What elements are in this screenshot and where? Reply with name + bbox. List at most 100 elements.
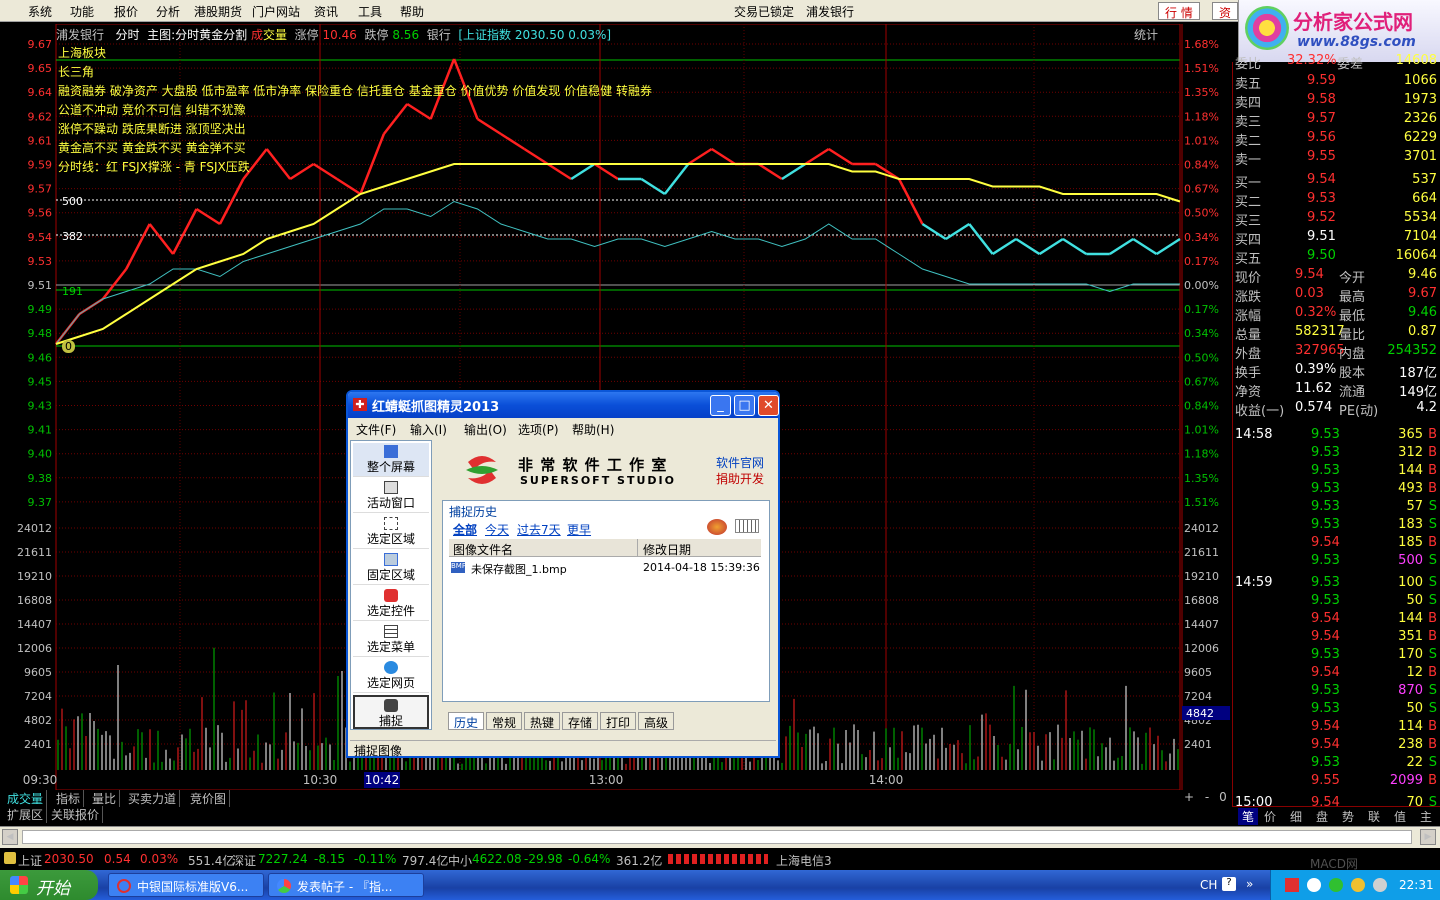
bid-row[interactable]: 买二 9.53 664 (1233, 190, 1440, 210)
filter-today[interactable]: 今天 (485, 521, 509, 538)
tool-select-menu[interactable]: 选定菜单 (353, 623, 429, 657)
indicator-tab-2[interactable]: 量比 (89, 790, 121, 807)
zoom-button-2[interactable]: 0 (1216, 790, 1230, 804)
indicator-tab-0[interactable]: 成交量 (4, 790, 48, 807)
menu-hk-futures[interactable]: 港股期货 (194, 3, 242, 20)
volume-axis-label-right: 14407 (1184, 618, 1219, 631)
ask-row[interactable]: 卖五 9.59 1066 (1233, 72, 1440, 92)
dragonfly-app-icon: ✚ (353, 398, 367, 411)
dialog-menu-input[interactable]: 输入(I) (410, 421, 447, 438)
ask-row[interactable]: 卖二 9.56 6229 (1233, 129, 1440, 149)
volume-axis-label-right: 24012 (1184, 522, 1219, 535)
minimize-icon[interactable]: _ (710, 395, 731, 416)
menu-function[interactable]: 功能 (70, 3, 94, 20)
clock[interactable]: 22:31 (1399, 878, 1434, 892)
tool-select-control[interactable]: 选定控件 (353, 587, 429, 621)
quote-tab-button[interactable]: 行 情 (1158, 2, 1200, 20)
indicator-tab-1[interactable]: 指标 (53, 790, 85, 807)
zoom-button-0[interactable]: + (1182, 790, 1196, 804)
menu-system[interactable]: 系统 (28, 3, 52, 20)
dialog-menu-output[interactable]: 输出(O) (464, 421, 507, 438)
settings-tab-1[interactable]: 常规 (486, 712, 522, 730)
sh-index-label[interactable]: 上证 (18, 852, 42, 869)
close-icon[interactable]: ✕ (758, 395, 779, 416)
tray-arrow-icon[interactable]: » (1246, 877, 1260, 891)
dialog-menu-help[interactable]: 帮助(H) (572, 421, 614, 438)
tool-select-region[interactable]: 选定区域 (353, 515, 429, 549)
ask-volume: 3701 (1403, 149, 1437, 164)
bid-row[interactable]: 买三 9.52 5534 (1233, 209, 1440, 229)
sz-index-label[interactable]: 深证 (232, 852, 256, 869)
region-icon (384, 517, 398, 530)
settings-tab-3[interactable]: 存储 (562, 712, 598, 730)
stat-button[interactable]: 统计 (1134, 26, 1158, 43)
menu-tools[interactable]: 工具 (358, 3, 382, 20)
capture-button[interactable]: 捕捉 (353, 695, 429, 729)
file-list-row[interactable]: BMP 未保存截图_1.bmp 2014-04-18 15:39:36 (449, 559, 761, 577)
horizontal-scrollbar[interactable]: ◀ ▶ (0, 826, 1440, 848)
screen-capture-dialog[interactable]: ✚ 红蜻蜓抓图精灵2013 _ □ ✕ 文件(F) 输入(I) 输出(O) 选项… (346, 390, 780, 758)
ask-row[interactable]: 卖一 9.55 3701 (1233, 148, 1440, 168)
extension-tab-1[interactable]: 关联报价 (48, 806, 104, 823)
column-filename[interactable]: 图像文件名 (453, 541, 513, 558)
price-line-segment (710, 147, 736, 166)
menu-news[interactable]: 资讯 (314, 3, 338, 20)
tray-app-icon[interactable] (1285, 878, 1299, 892)
stat-row: 收益(一) 0.574 PE(动) 4.2 (1233, 399, 1440, 419)
settings-tab-4[interactable]: 打印 (600, 712, 636, 730)
task-trading-app[interactable]: 中银国际标准版V6... (108, 873, 264, 897)
dialog-menu-file[interactable]: 文件(F) (356, 421, 396, 438)
dialog-menu-options[interactable]: 选项(P) (518, 421, 559, 438)
settings-tab-5[interactable]: 高级 (638, 712, 674, 730)
menu-help[interactable]: 帮助 (400, 3, 424, 20)
tool-select-webpage[interactable]: 选定网页 (353, 659, 429, 693)
pct-axis-label: 0.50% (1184, 351, 1219, 364)
official-site-link[interactable]: 软件官网 (716, 454, 764, 471)
tool-full-screen[interactable]: 整个屏幕 (353, 443, 429, 477)
tray-shield-icon[interactable] (1329, 878, 1343, 892)
scroll-left-icon[interactable]: ◀ (2, 829, 18, 845)
price-line-segment (897, 178, 924, 225)
scroll-track[interactable] (22, 830, 1412, 844)
filter-all[interactable]: 全部 (453, 521, 477, 538)
sme-index-label[interactable]: 中小 (448, 852, 472, 869)
scroll-right-icon[interactable]: ▶ (1420, 829, 1436, 845)
view-options-icon[interactable] (707, 519, 727, 535)
filter-earlier[interactable]: 更早 (567, 521, 591, 538)
trade-tab-button[interactable]: 资 (1212, 2, 1239, 20)
ask-row[interactable]: 卖四 9.58 1973 (1233, 91, 1440, 111)
column-modified-date[interactable]: 修改日期 (643, 541, 691, 558)
bid-row[interactable]: 买一 9.54 537 (1233, 171, 1440, 191)
overlay-rule-2: 涨停不躁动 跌底果断进 涨顶坚决出 (58, 122, 246, 136)
tool-active-window[interactable]: 活动窗口 (353, 479, 429, 513)
indicator-tab-4[interactable]: 竞价图 (187, 790, 231, 807)
filter-7days[interactable]: 过去7天 (517, 521, 561, 538)
tray-volume-icon[interactable] (1373, 878, 1387, 892)
ask-row[interactable]: 卖三 9.57 2326 (1233, 110, 1440, 130)
indicator-tab-3[interactable]: 买卖力道 (125, 790, 181, 807)
tray-security-icon[interactable] (1351, 878, 1365, 892)
bid-row[interactable]: 买五 9.50 16064 (1233, 247, 1440, 267)
start-button[interactable]: 开始 (0, 870, 98, 900)
donate-link[interactable]: 捐助开发 (716, 470, 764, 487)
main-indicator[interactable]: 主图:分时黄金分割 (147, 28, 247, 42)
menu-quote[interactable]: 报价 (114, 3, 138, 20)
zoom-button-1[interactable]: - (1200, 790, 1214, 804)
language-indicator[interactable]: CH (1200, 878, 1217, 892)
list-view-icon[interactable] (735, 519, 759, 533)
bid-row[interactable]: 买四 9.51 7104 (1233, 228, 1440, 248)
chart-mode[interactable]: 分时 (115, 28, 139, 42)
task-browser[interactable]: 发表帖子 - 『指... (268, 873, 424, 897)
help-icon[interactable]: ? (1222, 877, 1236, 891)
maximize-icon[interactable]: □ (734, 395, 755, 416)
tray-network-icon[interactable] (1307, 878, 1321, 892)
settings-tab-2[interactable]: 热键 (524, 712, 560, 730)
menu-portal[interactable]: 门户网站 (252, 3, 300, 20)
extension-tab-0[interactable]: 扩展区 (4, 806, 48, 823)
tool-fixed-region[interactable]: 固定区域 (353, 551, 429, 585)
sz-index-amount: 797.4亿 (402, 854, 449, 868)
menu-analysis[interactable]: 分析 (156, 3, 180, 20)
tick-direction: B (1428, 463, 1437, 478)
settings-tab-0[interactable]: 历史 (448, 712, 484, 730)
camera-icon (384, 699, 398, 712)
